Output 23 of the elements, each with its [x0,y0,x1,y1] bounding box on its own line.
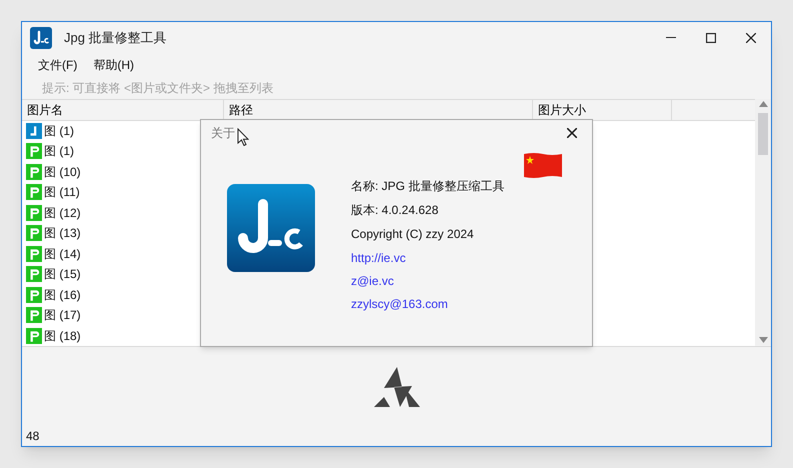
menu-item[interactable]: 文件(F) [30,56,86,74]
file-name-cell-text: 图 (14) [44,246,81,263]
file-name-cell-text: 图 (15) [44,266,81,284]
file-name-cell-text: 图 (16) [44,286,81,304]
file-name-cell-text: 图 (18) [44,328,81,345]
status-count: 48 [26,428,40,445]
menu-item[interactable]: 帮助(H) [85,56,142,74]
file-name-cell-text: 图 (1) [44,143,74,160]
contact-link[interactable]: z@ie.vc [351,269,394,292]
file-name-cell-text: 图 (13) [44,225,81,242]
contact-link[interactable]: zzylscy@163.com [351,292,448,315]
file-name-cell-text: 图 (11) [44,184,80,202]
file-name-cell-text: 图 (1) [44,122,74,140]
contact-link[interactable]: http://ie.vc [351,246,406,269]
hint-text: 提示: 可直接将 <图片或文件夹> 拖拽至列表 [42,80,274,97]
file-name-cell-text: 图 (10) [44,164,81,181]
about-info-text: Copyright (C) zzy 2024 [351,226,475,243]
window-title: Jpg 批量修整工具 [64,28,167,47]
file-name-cell-text: 图 (12) [44,204,81,222]
about-info-text: 版本: 4.0.24.628 [351,202,440,219]
file-name-cell-text: 图 (17) [44,307,81,324]
about-info-text: 名称: JPG 批量修整压缩工具 [351,178,504,195]
dialog-title: 关于 [211,125,235,142]
